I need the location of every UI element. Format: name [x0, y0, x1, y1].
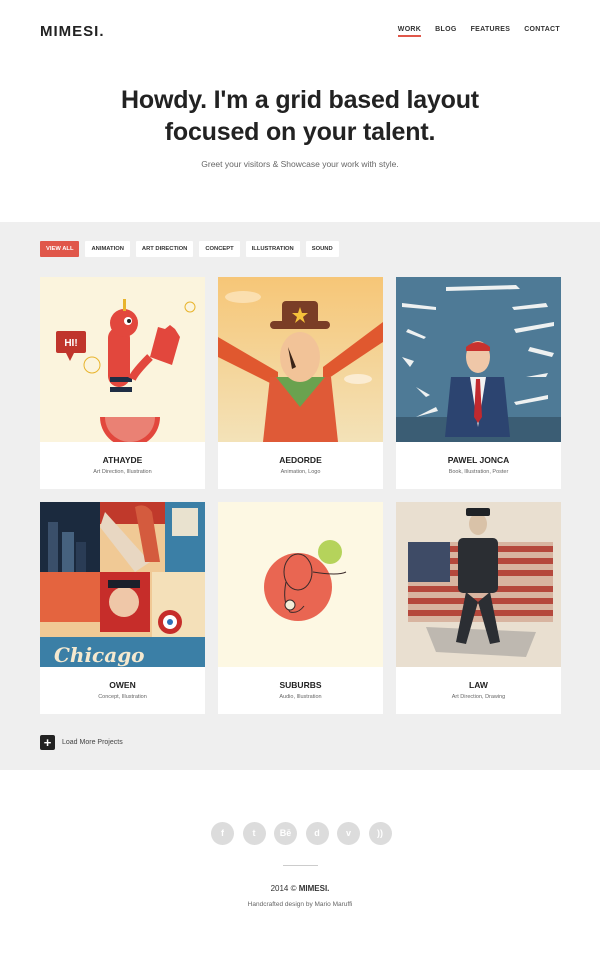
- filter-concept[interactable]: CONCEPT: [199, 241, 240, 257]
- project-card-pawel-jonca[interactable]: PAWEL JONCA Book, Illustration, Poster: [396, 277, 561, 489]
- nav-work[interactable]: WORK: [397, 26, 422, 37]
- project-card-law[interactable]: LAW Art Direction, Drawing: [396, 502, 561, 714]
- filter-bar: VIEW ALL ANIMATION ART DIRECTION CONCEPT…: [40, 241, 339, 257]
- filter-sound[interactable]: SOUND: [305, 241, 339, 257]
- filter-art-direction[interactable]: ART DIRECTION: [135, 241, 194, 257]
- project-thumbnail-pawel-jonca[interactable]: [396, 277, 561, 442]
- artwork-bubble-text: HI!: [64, 338, 77, 349]
- hero-subtitle: Greet your visitors & Showcase your work…: [201, 159, 399, 169]
- plus-icon[interactable]: +: [40, 735, 55, 750]
- project-title[interactable]: PAWEL JONCA: [396, 455, 561, 465]
- project-tags: Concept, Illustration: [98, 694, 147, 700]
- nav-features[interactable]: FEATURES: [471, 26, 511, 33]
- project-card-owen[interactable]: Chicago OWEN Concept, Illustration: [40, 502, 205, 714]
- project-tags: Audio, Illustration: [279, 694, 322, 700]
- filter-illustration[interactable]: ILLUSTRATION: [245, 241, 300, 257]
- project-title[interactable]: SUBURBS: [218, 680, 383, 690]
- site-header: MIMESI. WORK BLOG FEATURES CONTACT: [0, 0, 600, 62]
- project-card-aedorde[interactable]: AEDORDE Animation, Logo: [218, 277, 383, 489]
- project-tags: Art Direction, Drawing: [451, 694, 506, 700]
- hero-title-line-1: Howdy. I'm a grid based layout: [121, 86, 479, 114]
- project-thumbnail-aedorde[interactable]: [218, 277, 383, 442]
- load-more-button[interactable]: + Load More Projects: [40, 735, 123, 750]
- project-tags: Book, Illustration, Poster: [448, 469, 509, 475]
- filter-view-all[interactable]: VIEW ALL: [40, 241, 80, 257]
- project-title[interactable]: LAW: [396, 680, 561, 690]
- artwork-sign-text: Chicago: [54, 643, 145, 667]
- project-tags: Art Direction, Illustration: [93, 469, 152, 475]
- hero-title: Howdy. I'm a grid based layout focused o…: [0, 84, 600, 148]
- filter-animation[interactable]: ANIMATION: [85, 241, 130, 257]
- site-footer: f t Bē d v )) 2014 © MIMESI. Handcrafted…: [0, 770, 600, 962]
- vimeo-icon[interactable]: v: [337, 822, 360, 845]
- project-title[interactable]: AEDORDE: [218, 455, 383, 465]
- project-thumbnail-owen[interactable]: Chicago: [40, 502, 205, 667]
- project-tags: Animation, Logo: [280, 469, 321, 475]
- design-credit: Handcrafted design by Mario Maruffi: [247, 901, 353, 908]
- project-thumbnail-athayde[interactable]: HI!: [40, 277, 205, 442]
- social-links: f t Bē d v )): [211, 822, 392, 845]
- site-logo[interactable]: MIMESI.: [40, 23, 105, 40]
- footer-divider: [283, 865, 318, 866]
- nav-contact[interactable]: CONTACT: [524, 26, 560, 33]
- project-thumbnail-law[interactable]: [396, 502, 561, 667]
- nav-blog[interactable]: BLOG: [435, 26, 456, 33]
- portfolio-section: VIEW ALL ANIMATION ART DIRECTION CONCEPT…: [0, 222, 600, 770]
- behance-icon[interactable]: Bē: [274, 822, 297, 845]
- project-title[interactable]: OWEN: [40, 680, 205, 690]
- project-card-suburbs[interactable]: SUBURBS Audio, Illustration: [218, 502, 383, 714]
- facebook-icon[interactable]: f: [211, 822, 234, 845]
- rss-icon[interactable]: )): [368, 822, 392, 845]
- hero: Howdy. I'm a grid based layout focused o…: [0, 84, 600, 169]
- project-thumbnail-suburbs[interactable]: [218, 502, 383, 667]
- project-title[interactable]: ATHAYDE: [40, 455, 205, 465]
- hero-title-line-2: focused on your talent.: [164, 118, 436, 146]
- copyright-brand: MIMESI.: [298, 884, 330, 893]
- twitter-icon[interactable]: t: [242, 822, 266, 845]
- load-more-label[interactable]: Load More Projects: [62, 739, 123, 746]
- copyright-year: 2014 ©: [270, 884, 297, 893]
- dribbble-icon[interactable]: d: [305, 822, 329, 845]
- main-nav: WORK BLOG FEATURES CONTACT: [397, 26, 560, 37]
- copyright: 2014 © MIMESI.: [0, 884, 600, 893]
- project-card-athayde[interactable]: HI! ATHAYDE Art Direction, Illustration: [40, 277, 205, 489]
